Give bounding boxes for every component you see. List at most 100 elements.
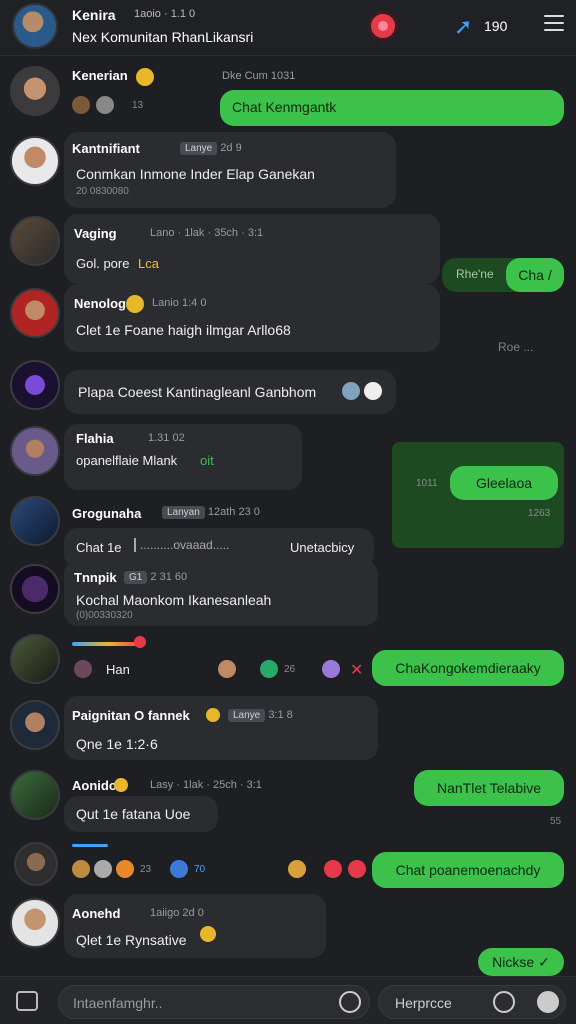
sender-name: Tnnpik: [74, 570, 117, 585]
sender-name: Aonehd: [72, 906, 121, 921]
send-icon[interactable]: [339, 991, 361, 1013]
message-text: Qut 1e fatana Uoe: [76, 806, 191, 822]
role-badge: Lanyan: [162, 506, 205, 519]
info-icon[interactable]: [537, 991, 559, 1013]
chat-header: Kenira 1aoio · 1.1 0 Nex Komunitan RhanL…: [0, 0, 576, 56]
avatar[interactable]: [10, 288, 60, 338]
message-row: Nenolog Lanio 1:4 0 Clet 1e Foane haigh …: [0, 284, 576, 356]
reaction-icon[interactable]: [364, 382, 382, 400]
avatar[interactable]: [10, 426, 60, 476]
message-text: Gol. pore: [76, 256, 130, 271]
outgoing-message[interactable]: NanTlet Telabive: [414, 770, 564, 806]
message-tag: Lca: [138, 256, 159, 271]
avatar[interactable]: [10, 564, 60, 614]
role-badge: Lanye: [180, 142, 218, 155]
reaction-icon[interactable]: [74, 660, 92, 678]
message-row: Aonehd 1aiigo 2d 0 Qlet 1e Rynsative Nic…: [0, 894, 576, 976]
avatar[interactable]: [10, 496, 60, 546]
composer-bar: Intaenfamghr.. Herprcce: [0, 976, 576, 1024]
message-row: Flahia 1.31 02 opanelflaie Mlank oit 101…: [0, 420, 576, 548]
message-input[interactable]: Intaenfamghr..: [58, 985, 370, 1019]
message-bubble[interactable]: [64, 214, 440, 284]
smile-emoji-icon: [114, 778, 128, 792]
message-row: 23 70 Chat poanemoenachdy: [0, 838, 576, 894]
message-meta: 3:1 8: [268, 709, 293, 721]
reaction-icon[interactable]: [170, 860, 188, 878]
message-bubble[interactable]: [64, 894, 326, 958]
sender-name: Aonidc: [72, 778, 117, 793]
outgoing-text: ChaKongokemdieraaky: [395, 660, 541, 676]
header-avatar[interactable]: [12, 3, 58, 49]
reaction-icon[interactable]: [260, 660, 278, 678]
message-text: Qlet 1e Rynsative: [76, 932, 187, 948]
role-badge: Lanye: [228, 709, 266, 722]
message-row: Han 26 ✕ ChaKongokemdieraaky: [0, 632, 576, 694]
avatar[interactable]: [14, 842, 58, 886]
reaction-icon[interactable]: [96, 96, 114, 114]
reaction-icon[interactable]: [218, 660, 236, 678]
reaction-icon[interactable]: [72, 860, 90, 878]
reaction-icon[interactable]: [348, 860, 366, 878]
role-badge: G1: [124, 571, 148, 584]
reaction-icon[interactable]: [116, 860, 134, 878]
message-bubble[interactable]: [64, 284, 440, 352]
message-quote: ..........ovaaad.....: [134, 538, 229, 552]
menu-icon[interactable]: [544, 15, 564, 33]
message-text: Clet 1e Foane haigh ilmgar Arllo68: [76, 322, 291, 338]
reaction-icon[interactable]: [94, 860, 112, 878]
sender-name: Kantnifiant: [72, 141, 140, 156]
message-meta: 1.31 02: [148, 432, 185, 444]
reply-box[interactable]: Herprcce: [378, 985, 566, 1019]
sender-name: Vaging: [74, 226, 117, 241]
reaction-count: 13: [132, 100, 144, 111]
message-row: Vaging Lano · 1lak · 35ch · 3:1 Gol. por…: [0, 212, 576, 292]
message-meta-right: Roe ...: [498, 340, 534, 354]
reaction-count: 26: [284, 664, 296, 675]
reaction-icon[interactable]: [200, 926, 216, 942]
outgoing-message[interactable]: Nickse ✓: [478, 948, 564, 976]
sender-name: Nenolog: [74, 296, 126, 311]
message-meta: Lano · 1lak · 35ch · 3:1: [150, 227, 264, 239]
message-input-placeholder: Intaenfamghr..: [73, 995, 163, 1011]
message-meta: Lasy · 1lak · 25ch · 3:1: [150, 779, 262, 791]
outgoing-message[interactable]: Chat Kenmgantk: [220, 90, 564, 126]
message-meta: Lanio 1:4 0: [152, 297, 207, 309]
reaction-icon[interactable]: [322, 660, 340, 678]
avatar[interactable]: [10, 634, 60, 684]
avatar[interactable]: [10, 216, 60, 266]
reaction-icon[interactable]: [72, 96, 90, 114]
outgoing-message[interactable]: ChaKongokemdieraaky: [372, 650, 564, 686]
message-row: Plapa Coeest Kantinagleanl Ganbhom: [0, 356, 576, 420]
message-row: Kenerian Dke Cum 1031 13 Chat Kenmgantk: [0, 60, 576, 130]
message-row: Kantnifiant Lanye 2d 9 Conmkan Inmone In…: [0, 130, 576, 212]
reaction-icon[interactable]: [288, 860, 306, 878]
reaction-count: 70: [194, 864, 206, 875]
avatar[interactable]: [10, 700, 60, 750]
message-row: Grogunaha Lanyan 12ath 23 0 Chat 1e ....…: [0, 494, 576, 568]
message-row: Tnnpik G1 2 31 60 Kochal Maonkom Ikanesa…: [0, 560, 576, 630]
avatar[interactable]: [10, 66, 60, 116]
share-icon[interactable]: ➚: [454, 14, 472, 40]
avatar[interactable]: [10, 136, 60, 186]
avatar[interactable]: [10, 898, 60, 948]
message-sub: (0)00330320: [76, 610, 133, 621]
avatar[interactable]: [10, 770, 60, 820]
outgoing-message[interactable]: Chat poanemoenachdy: [372, 852, 564, 888]
close-reaction-icon[interactable]: ✕: [350, 660, 363, 680]
message-meta: Dke Cum 1031: [222, 70, 296, 82]
attach-icon[interactable]: [16, 991, 38, 1011]
message-text: Qne 1e 1:2·6: [76, 736, 158, 752]
header-count: 190: [484, 18, 508, 34]
sender-name: Flahia: [76, 431, 114, 446]
camera-icon[interactable]: [493, 991, 515, 1013]
outgoing-text: NanTlet Telabive: [436, 780, 542, 796]
message-tag: oit: [200, 453, 214, 468]
header-title: Kenira: [72, 7, 116, 23]
record-icon[interactable]: [371, 14, 395, 38]
avatar[interactable]: [10, 360, 60, 410]
header-meta: 1aoio · 1.1 0: [134, 8, 196, 20]
reaction-icon[interactable]: [324, 860, 342, 878]
reaction-icon[interactable]: [342, 382, 360, 400]
message-meta: 1aiigo 2d 0: [150, 907, 204, 919]
message-text-right: Unetacbicy: [290, 540, 355, 555]
